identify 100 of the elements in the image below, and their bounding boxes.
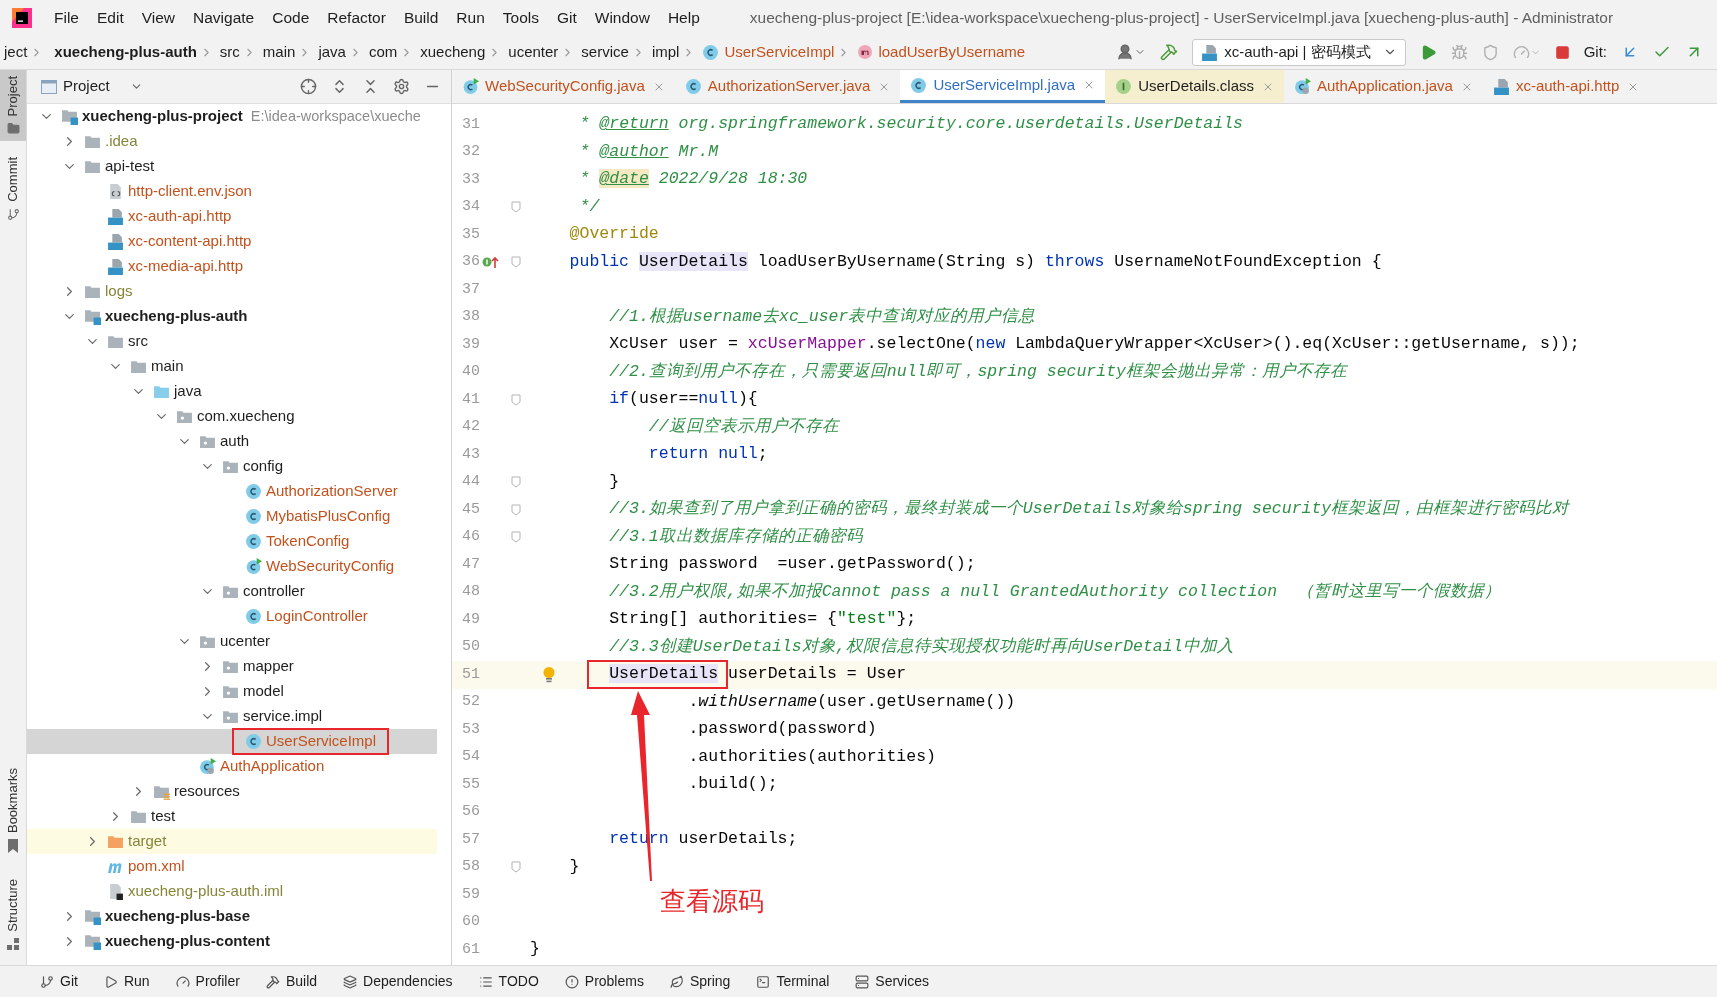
tree-item[interactable]: ucenter — [27, 629, 437, 654]
fold-marker-icon[interactable] — [511, 476, 521, 489]
fold-marker-icon[interactable] — [511, 503, 521, 516]
tree-item[interactable]: xc-content-api.http — [27, 229, 437, 254]
menu-item[interactable]: View — [141, 5, 176, 30]
tree-item[interactable]: xc-media-api.http — [27, 254, 437, 279]
tree-item[interactable]: main — [27, 354, 437, 379]
breadcrumb-item[interactable]: src — [219, 40, 240, 64]
breadcrumb-item[interactable]: ucenter — [508, 40, 559, 64]
line-number: 56 — [461, 802, 480, 822]
tree-item[interactable]: com.xuecheng — [27, 404, 437, 429]
tool-window-button[interactable]: Git — [40, 971, 78, 992]
settings-icon[interactable] — [393, 78, 410, 95]
breadcrumb-item[interactable]: ject — [4, 40, 28, 64]
menu-item[interactable]: Navigate — [193, 5, 255, 30]
tool-window-button[interactable]: TODO — [478, 971, 539, 992]
menu-item[interactable]: Build — [403, 5, 439, 30]
implements-marker-icon[interactable] — [482, 255, 500, 270]
locate-icon[interactable] — [300, 78, 317, 95]
tree-item[interactable]: test — [27, 804, 437, 829]
tree-item[interactable]: auth — [27, 429, 437, 454]
tree-item[interactable]: xuecheng-plus-content — [27, 929, 437, 954]
tool-window-tab[interactable]: Structure — [0, 873, 26, 957]
breadcrumb-item[interactable]: main — [262, 40, 296, 64]
breadcrumb-item[interactable]: com — [368, 40, 398, 64]
tree-item[interactable]: controller — [27, 579, 437, 604]
tool-window-button[interactable]: Run — [103, 971, 150, 992]
tree-item[interactable]: .idea — [27, 129, 437, 154]
tree-item[interactable]: service.impl — [27, 704, 437, 729]
tree-item[interactable]: resources — [27, 779, 437, 804]
breadcrumb-item[interactable]: impl — [651, 40, 680, 64]
breadcrumb-item[interactable]: xuecheng-plus-auth — [54, 40, 197, 64]
menu-item[interactable]: Run — [456, 5, 485, 30]
tree-item[interactable]: AuthApplication — [27, 754, 437, 779]
tool-window-tab[interactable]: Project — [0, 70, 26, 142]
tree-item[interactable]: java — [27, 379, 437, 404]
tool-window-button[interactable]: Services — [855, 971, 929, 992]
tool-window-button[interactable]: Profiler — [175, 971, 240, 992]
tree-item[interactable]: xuecheng-plus-base — [27, 904, 437, 929]
tree-item[interactable]: api-test — [27, 154, 437, 179]
tool-window-button[interactable]: Terminal — [756, 971, 830, 992]
editor-tab[interactable]: xc-auth-api.http — [1482, 70, 1650, 103]
package-icon — [222, 458, 239, 475]
tree-item[interactable]: xuecheng-plus-project E:\idea-workspace\xueche — [27, 104, 437, 129]
tree-item[interactable]: http-client.env.json — [27, 179, 437, 204]
tool-window-button[interactable]: Build — [265, 971, 318, 992]
editor-tab[interactable]: UserDetails.class — [1105, 70, 1284, 103]
tree-item[interactable]: TokenConfig — [27, 529, 437, 554]
tree-item[interactable]: xc-auth-api.http — [27, 204, 437, 229]
menu-item[interactable]: File — [54, 5, 79, 30]
menu-item[interactable]: Code — [272, 5, 310, 30]
editor-tab[interactable]: AuthApplication.java — [1284, 70, 1483, 103]
breadcrumb-item[interactable]: java — [318, 40, 346, 64]
line-number: 40 — [461, 362, 480, 382]
breadcrumb-item[interactable]: loadUserByUsername — [857, 40, 1026, 64]
fold-marker-icon[interactable] — [511, 531, 521, 544]
tree-item[interactable]: MybatisPlusConfig — [27, 504, 437, 529]
tool-window-tab[interactable]: Commit — [0, 151, 26, 228]
fold-marker-icon[interactable] — [511, 201, 521, 214]
editor-tab[interactable]: AuthorizationServer.java — [674, 70, 901, 103]
tree-item[interactable]: target — [27, 829, 437, 854]
lightbulb-icon[interactable] — [542, 665, 556, 684]
user-menu-icon[interactable] — [1116, 43, 1147, 61]
fold-marker-icon[interactable] — [511, 861, 521, 874]
project-view-dropdown[interactable]: Project — [41, 75, 143, 98]
breadcrumb-item[interactable]: xuecheng — [420, 40, 486, 64]
stop-icon[interactable] — [1554, 44, 1570, 60]
line-number: 61 — [461, 939, 480, 960]
tree-item[interactable]: AuthorizationServer — [27, 479, 437, 504]
tree-item[interactable]: src — [27, 329, 437, 354]
breadcrumb-item[interactable]: service — [581, 40, 629, 64]
code-line: //3.3创建UserDetails对象,权限信息待实现授权功能时再向UserDetail中加入 — [608, 635, 1234, 658]
build-icon[interactable] — [1160, 43, 1179, 61]
tree-item[interactable]: model — [27, 679, 437, 704]
editor-tab[interactable]: UserServiceImpl.java — [900, 70, 1106, 103]
menu-item[interactable]: Refactor — [327, 5, 386, 30]
line-number: 53 — [461, 719, 480, 740]
tool-window-tab[interactable]: Bookmarks — [0, 762, 26, 860]
menu-item[interactable]: Tools — [502, 5, 539, 30]
run-configuration-dropdown[interactable]: xc-auth-api | 密码模式 — [1192, 38, 1406, 66]
fold-marker-icon[interactable] — [511, 256, 521, 269]
menu-item[interactable]: Edit — [97, 5, 124, 30]
folder-icon — [6, 122, 20, 136]
fold-marker-icon[interactable] — [511, 393, 521, 406]
menu-item[interactable]: Help — [667, 5, 700, 30]
tree-item[interactable]: logs — [27, 279, 437, 304]
tree-item[interactable]: LoginController — [27, 604, 437, 629]
tree-item[interactable]: config — [27, 454, 437, 479]
tree-item[interactable]: xuecheng-plus-auth — [27, 304, 437, 329]
menu-item[interactable]: Window — [594, 5, 650, 30]
editor-tab[interactable]: WebSecurityConfig.java — [452, 70, 675, 103]
menu-item[interactable]: Git — [556, 5, 577, 30]
breadcrumb-item[interactable]: UserServiceImpl — [702, 40, 835, 64]
tool-window-button[interactable]: Spring — [669, 971, 731, 992]
tree-item[interactable]: mapper — [27, 654, 437, 679]
tree-item[interactable]: WebSecurityConfig — [27, 554, 437, 579]
tool-window-button[interactable]: Dependencies — [343, 971, 453, 992]
tree-item[interactable]: pom.xml — [27, 854, 437, 879]
tool-window-button[interactable]: Problems — [564, 971, 644, 992]
tree-item[interactable]: xuecheng-plus-auth.iml — [27, 879, 437, 904]
